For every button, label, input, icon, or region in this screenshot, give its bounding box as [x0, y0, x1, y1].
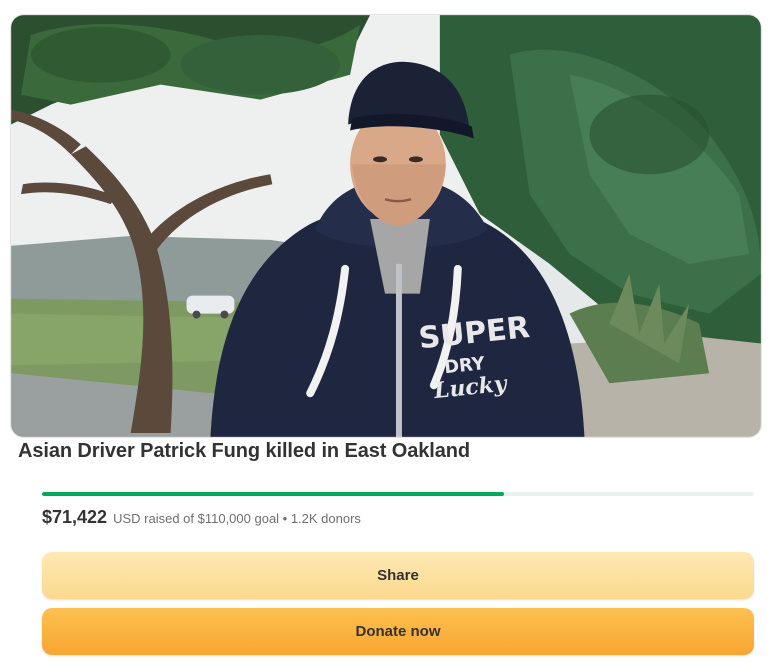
raised-amount: $71,422 [42, 507, 108, 527]
fundraising-stats: $71,422 USD raised of $110,000 goal • 1.… [42, 507, 361, 528]
donate-now-button[interactable]: Donate now [42, 608, 754, 655]
campaign-card: SUPER DRY Lucky Asian Driver Patrick Fun… [0, 0, 774, 663]
share-button[interactable]: Share [42, 552, 754, 599]
progress-bar-fill [42, 492, 505, 496]
campaign-photo-illustration: SUPER DRY Lucky [11, 15, 761, 437]
raised-detail: USD raised of $110,000 goal • 1.2K donor… [113, 511, 361, 526]
progress-bar [42, 492, 754, 496]
campaign-photo[interactable]: SUPER DRY Lucky [10, 14, 762, 438]
campaign-title[interactable]: Asian Driver Patrick Fung killed in East… [18, 440, 470, 463]
